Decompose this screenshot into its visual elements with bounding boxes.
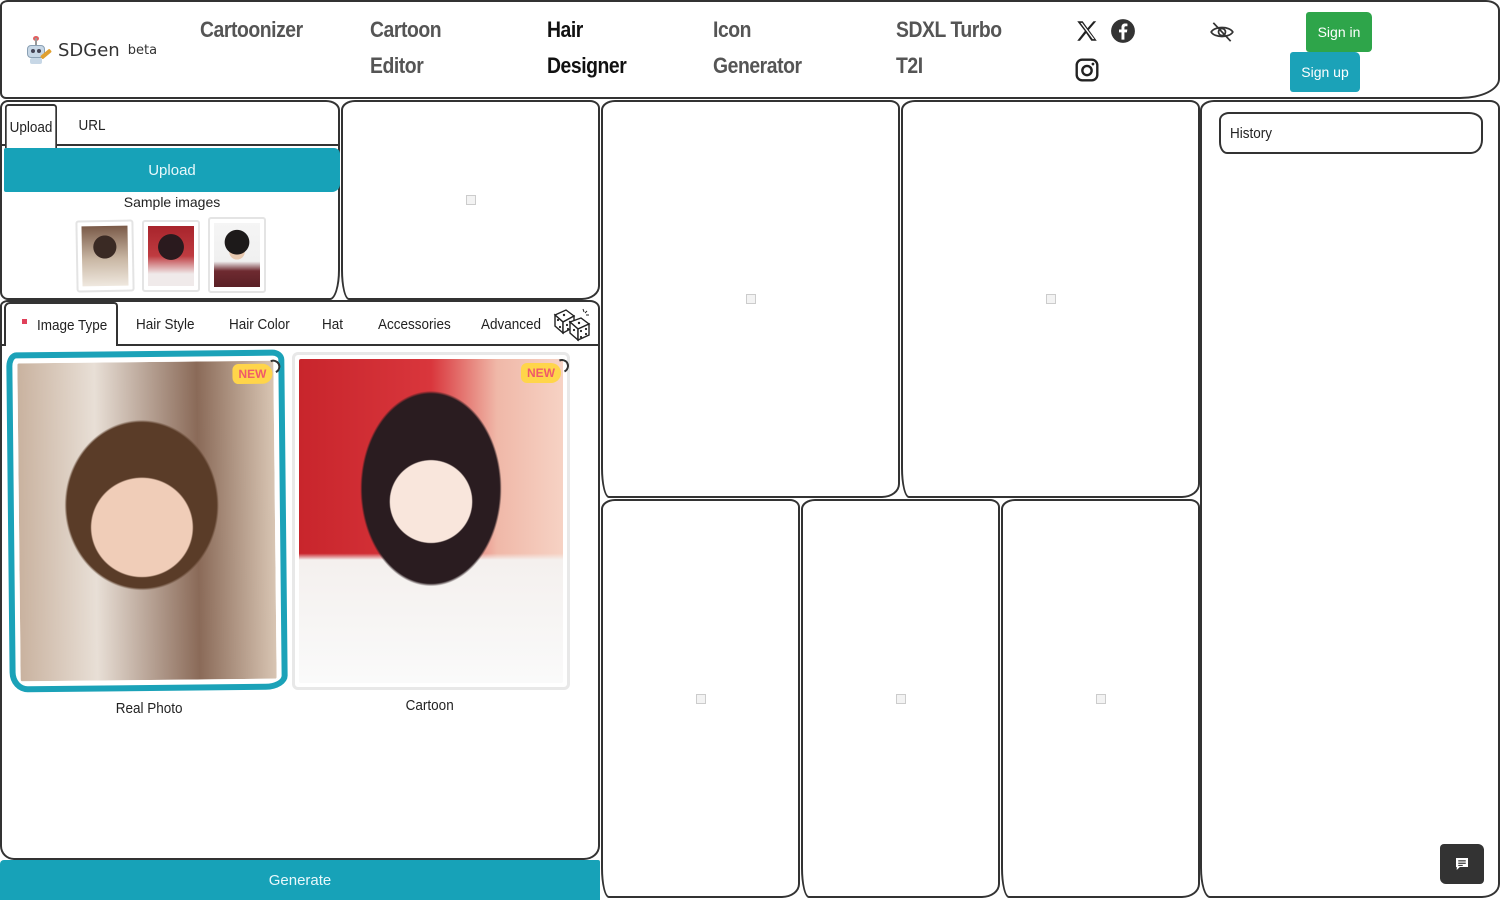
- history-panel: History: [1200, 100, 1500, 898]
- nav-sdxl-turbo-t2i[interactable]: SDXL Turbo T2I: [896, 12, 1002, 84]
- instagram-icon[interactable]: [1074, 57, 1100, 83]
- tab-image-type[interactable]: Image Type: [4, 302, 118, 346]
- tab-hair-color[interactable]: Hair Color: [229, 302, 297, 346]
- nav-cartoonizer[interactable]: Cartoonizer: [200, 12, 303, 48]
- nav-label: Icon: [713, 17, 752, 42]
- output-slot-5[interactable]: [1001, 499, 1200, 898]
- tab-hair-style[interactable]: Hair Style: [136, 302, 201, 346]
- nav-icon-generator[interactable]: Icon Generator: [713, 12, 802, 84]
- history-header[interactable]: History: [1219, 112, 1483, 154]
- upload-tabs: Upload URL: [2, 102, 338, 148]
- tab-advanced[interactable]: Advanced: [481, 302, 548, 346]
- sample-image-thumbnail: [214, 223, 260, 287]
- tab-label: Accessories: [378, 315, 451, 333]
- new-badge: NEW: [521, 363, 561, 383]
- cartoon-thumbnail: [299, 359, 563, 683]
- tab-label: Advanced: [481, 315, 542, 333]
- real-photo-label: Real Photo: [115, 700, 183, 717]
- output-slot-1[interactable]: [601, 100, 900, 498]
- tab-url[interactable]: URL: [70, 104, 113, 146]
- upload-button[interactable]: Upload: [4, 148, 340, 192]
- sample-image-1[interactable]: [75, 219, 135, 293]
- image-type-real-photo[interactable]: NEW: [6, 349, 288, 693]
- tab-upload[interactable]: Upload: [4, 104, 58, 148]
- top-header: SDGen beta Cartoonizer Cartoon Editor Ha…: [0, 0, 1500, 99]
- nav-label: Cartoon: [370, 17, 442, 42]
- nav-label: T2I: [896, 53, 923, 78]
- image-placeholder-icon: [745, 294, 756, 304]
- tab-label: Hair Color: [229, 315, 290, 333]
- output-slot-4[interactable]: [801, 499, 1000, 898]
- sample-image-thumbnail: [148, 226, 194, 286]
- image-placeholder-icon: [895, 693, 906, 704]
- nav-label: Editor: [370, 53, 424, 78]
- sign-in-button[interactable]: Sign in: [1306, 12, 1372, 52]
- brand-name: SDGen: [58, 39, 120, 61]
- nav-label: Generator: [713, 53, 802, 78]
- nav-hair-designer[interactable]: Hair Designer: [547, 12, 627, 84]
- history-title: History: [1230, 124, 1273, 142]
- eye-slash-icon[interactable]: [1209, 19, 1235, 45]
- tab-label: Hair Style: [136, 315, 195, 333]
- generate-button[interactable]: Generate: [0, 860, 600, 900]
- nav-label: Cartoonizer: [200, 17, 303, 42]
- nav-label: Hair: [547, 17, 583, 42]
- tab-label: Hat: [322, 315, 344, 333]
- beta-label: beta: [127, 42, 158, 58]
- robot-logo-icon: [24, 36, 52, 64]
- image-placeholder-icon: [1095, 693, 1106, 704]
- chat-icon: [1456, 858, 1468, 870]
- new-badge: NEW: [232, 363, 273, 385]
- nav-label: SDXL Turbo: [896, 17, 1002, 42]
- sign-up-button[interactable]: Sign up: [1290, 52, 1360, 92]
- tab-label: Image Type: [37, 316, 108, 334]
- nav-label: Designer: [547, 53, 627, 78]
- upload-panel: Upload URL Upload Sample images: [0, 100, 340, 300]
- sample-images-label: Sample images: [123, 194, 221, 210]
- required-indicator-icon: [22, 318, 27, 324]
- dice-icon[interactable]: [552, 306, 592, 342]
- nav-cartoon-editor[interactable]: Cartoon Editor: [370, 12, 442, 84]
- output-slot-3[interactable]: [601, 499, 800, 898]
- logo[interactable]: SDGen beta: [24, 36, 157, 64]
- sample-image-2[interactable]: [142, 220, 200, 292]
- real-photo-thumbnail: [17, 360, 277, 682]
- image-placeholder-icon: [695, 693, 706, 704]
- x-twitter-icon[interactable]: [1074, 18, 1100, 44]
- image-placeholder-icon: [465, 195, 476, 205]
- sample-image-thumbnail: [81, 225, 129, 287]
- tab-hat[interactable]: Hat: [322, 302, 345, 346]
- tab-accessories[interactable]: Accessories: [378, 302, 459, 346]
- output-slot-2[interactable]: [901, 100, 1200, 498]
- option-tabs: Image Type Hair Style Hair Color Hat Acc…: [2, 302, 598, 346]
- sample-image-3[interactable]: [208, 217, 266, 293]
- facebook-icon[interactable]: [1110, 18, 1136, 44]
- input-preview: [341, 100, 600, 300]
- image-placeholder-icon: [1045, 294, 1056, 304]
- chat-button[interactable]: [1440, 844, 1484, 884]
- image-type-cartoon[interactable]: NEW: [292, 352, 570, 690]
- cartoon-label: Cartoon: [405, 697, 454, 714]
